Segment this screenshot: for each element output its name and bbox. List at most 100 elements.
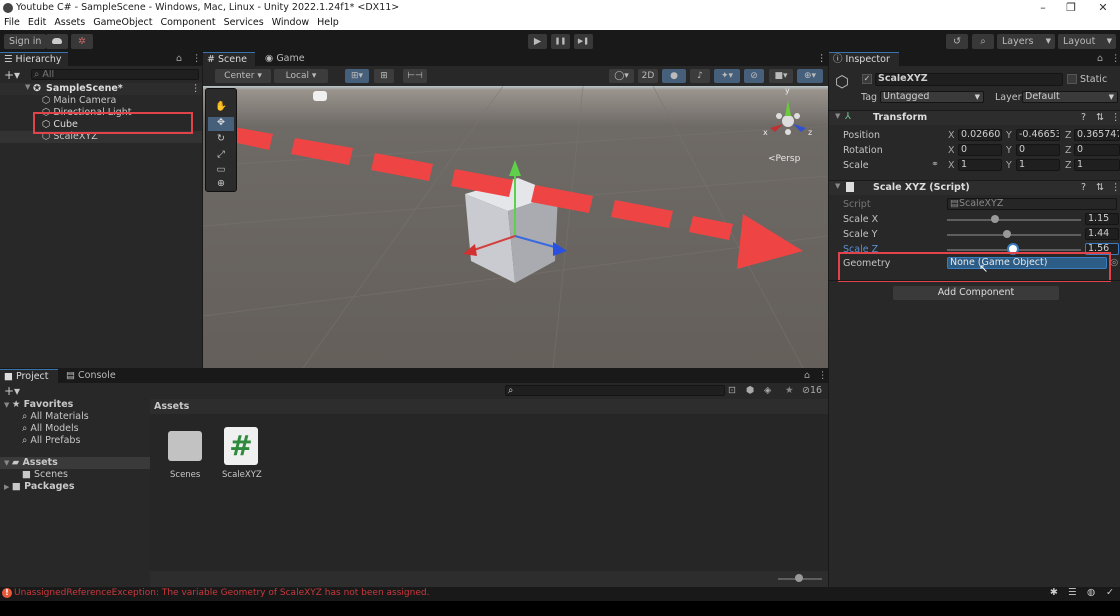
tree-assets[interactable]: ▼ ▰ Assets — [4, 457, 58, 469]
space-dropdown[interactable]: Local ▾ — [274, 69, 328, 83]
help-icon[interactable]: ? — [1081, 182, 1086, 193]
visibility-button[interactable]: ⊘ — [744, 69, 764, 83]
menu-help[interactable]: Help — [317, 17, 339, 28]
search-button[interactable]: ⌕ — [972, 34, 994, 49]
layer-dropdown[interactable]: Default ▼ — [1022, 91, 1118, 103]
kebab-menu-icon[interactable]: ⋮ — [192, 53, 202, 64]
y-field[interactable]: 1 — [1016, 159, 1060, 171]
layout-dropdown[interactable]: Layout ▼ — [1058, 34, 1116, 49]
add-button[interactable]: +▾ — [4, 68, 20, 82]
scene-row[interactable]: ▼ ✪ SampleScene* ⋮ — [0, 83, 202, 95]
z-field[interactable]: 1 — [1074, 159, 1120, 171]
hidden-packages-toggle[interactable]: ⊘16 — [802, 385, 822, 396]
z-field[interactable]: 0.365747 — [1074, 129, 1120, 141]
asset-scalexyz-script[interactable]: # ScaleXYZ — [222, 425, 266, 481]
x-field[interactable]: 1 — [958, 159, 1002, 171]
kebab-menu-icon[interactable]: ⋮ — [817, 53, 827, 64]
add-component-button[interactable]: Add Component — [893, 286, 1059, 300]
transform-header[interactable]: ▼ ⅄ Transform ? ⇅ ⋮ — [829, 111, 1120, 125]
kebab-menu-icon[interactable]: ⋮ — [191, 83, 201, 94]
audio-button[interactable]: ♪ — [690, 69, 710, 83]
history-button[interactable]: ↺ — [946, 34, 968, 49]
help-icon[interactable]: ? — [1081, 112, 1086, 123]
gameobject-icon[interactable]: ⬡ — [835, 72, 849, 91]
tab-inspector[interactable]: ⓘ Inspector — [829, 52, 899, 66]
tab-project[interactable]: ■ Project — [0, 369, 58, 383]
tag-dropdown[interactable]: Untagged ▼ — [880, 91, 984, 103]
hand-tool[interactable]: ✋ — [208, 101, 234, 115]
icon-size-slider[interactable] — [795, 574, 803, 582]
play-button[interactable]: ▶ — [528, 34, 547, 49]
tree-favorites[interactable]: ▼ ★ Favorites — [4, 399, 73, 411]
lighting-button[interactable]: ● — [662, 69, 686, 83]
kebab-menu-icon[interactable]: ⋮ — [1111, 182, 1120, 193]
grid-snap-button[interactable]: ⊞▾ — [345, 69, 369, 83]
kebab-menu-icon[interactable]: ⋮ — [1111, 53, 1120, 64]
favorite-star-icon[interactable]: ★ — [785, 385, 794, 396]
project-search-input[interactable]: ⌕ — [505, 385, 725, 396]
tree-all-materials[interactable]: ⌕ All Materials — [22, 411, 89, 423]
presets-icon[interactable]: ⇅ — [1096, 182, 1104, 193]
minimize-button[interactable]: – — [1028, 0, 1058, 16]
expand-arrow-icon[interactable]: ▼ — [25, 83, 30, 91]
increment-snap-button[interactable]: ⊞ — [374, 69, 394, 83]
tab-hierarchy[interactable]: ☰ Hierarchy — [0, 52, 68, 66]
cache-icon[interactable]: ☰ — [1068, 587, 1077, 598]
x-field[interactable]: 0.026608 — [958, 129, 1002, 141]
collab-button[interactable]: ✲ — [71, 34, 93, 49]
pivot-dropdown[interactable]: Center ▾ — [215, 69, 271, 83]
hierarchy-search-input[interactable]: ⌕ All — [31, 69, 199, 80]
object-picker-icon[interactable]: ◎ — [1110, 257, 1118, 268]
slider-handle[interactable] — [991, 215, 999, 223]
kebab-menu-icon[interactable]: ⋮ — [1111, 112, 1120, 123]
active-checkbox[interactable]: ✓ — [862, 74, 872, 84]
step-button[interactable]: ▶❚ — [574, 34, 593, 49]
y-field[interactable]: 0 — [1016, 144, 1060, 156]
tree-scenes[interactable]: ■ Scenes — [22, 469, 68, 481]
search-by-label-icon[interactable]: ⬢ — [746, 385, 754, 396]
search-by-type-icon[interactable]: ⊡ — [728, 385, 736, 396]
menu-file[interactable]: File — [4, 17, 20, 28]
x-field[interactable]: 0 — [958, 144, 1002, 156]
layers-dropdown[interactable]: Layers ▼ — [997, 34, 1055, 49]
kebab-menu-icon[interactable]: ⋮ — [818, 370, 828, 381]
rotate-tool[interactable]: ↻ — [208, 133, 234, 147]
close-button[interactable]: ✕ — [1088, 0, 1118, 16]
asset-scenes-folder[interactable]: Scenes — [166, 429, 206, 481]
tab-console[interactable]: ▤ Console — [62, 369, 124, 383]
sign-in-button[interactable]: Sign in — [4, 34, 47, 49]
slider-handle[interactable] — [1003, 230, 1011, 238]
create-button[interactable]: +▾ — [4, 384, 20, 398]
y-field[interactable]: -0.46653 — [1016, 129, 1060, 141]
tab-scene[interactable]: # Scene — [203, 52, 255, 66]
transform-tool[interactable]: ⊕ — [208, 178, 234, 192]
tab-game[interactable]: ◉ Game — [261, 52, 311, 66]
slider-track[interactable] — [947, 234, 1081, 236]
move-tool[interactable]: ✥ — [208, 117, 234, 131]
menu-services[interactable]: Services — [224, 17, 264, 28]
lock-icon[interactable]: ⌂ — [176, 53, 182, 64]
tree-all-models[interactable]: ⌕ All Models — [22, 423, 79, 435]
link-icon[interactable]: ⚭ — [931, 159, 939, 170]
asset-breadcrumb[interactable]: Assets — [150, 399, 828, 414]
status-error-message[interactable]: UnassignedReferenceException: The variab… — [14, 588, 429, 598]
persp-toggle[interactable]: <Persp — [768, 154, 800, 164]
menu-gameobject[interactable]: GameObject — [93, 17, 152, 28]
z-field[interactable]: 0 — [1074, 144, 1120, 156]
effects-button[interactable]: ✦▾ — [714, 69, 740, 83]
bug-icon[interactable]: ✱ — [1050, 587, 1058, 598]
pause-button[interactable]: ❚❚ — [551, 34, 570, 49]
rect-tool[interactable]: ▭ — [208, 164, 234, 178]
tree-all-prefabs[interactable]: ⌕ All Prefabs — [22, 435, 80, 447]
presets-icon[interactable]: ⇅ — [1096, 112, 1104, 123]
slider-track[interactable] — [947, 219, 1081, 221]
progress-icon[interactable]: ◍ — [1087, 587, 1095, 598]
menu-assets[interactable]: Assets — [54, 17, 85, 28]
draw-mode-button[interactable]: ◯▾ — [609, 69, 634, 83]
tag-icon[interactable]: ◈ — [764, 385, 771, 396]
check-icon[interactable]: ✓ — [1106, 587, 1114, 598]
tree-packages[interactable]: ▶ ■ Packages — [4, 481, 75, 493]
align-button[interactable]: ⊢⊣ — [403, 69, 427, 83]
object-name-input[interactable]: ScaleXYZ — [875, 73, 1063, 86]
restore-button[interactable]: ❐ — [1056, 0, 1086, 16]
